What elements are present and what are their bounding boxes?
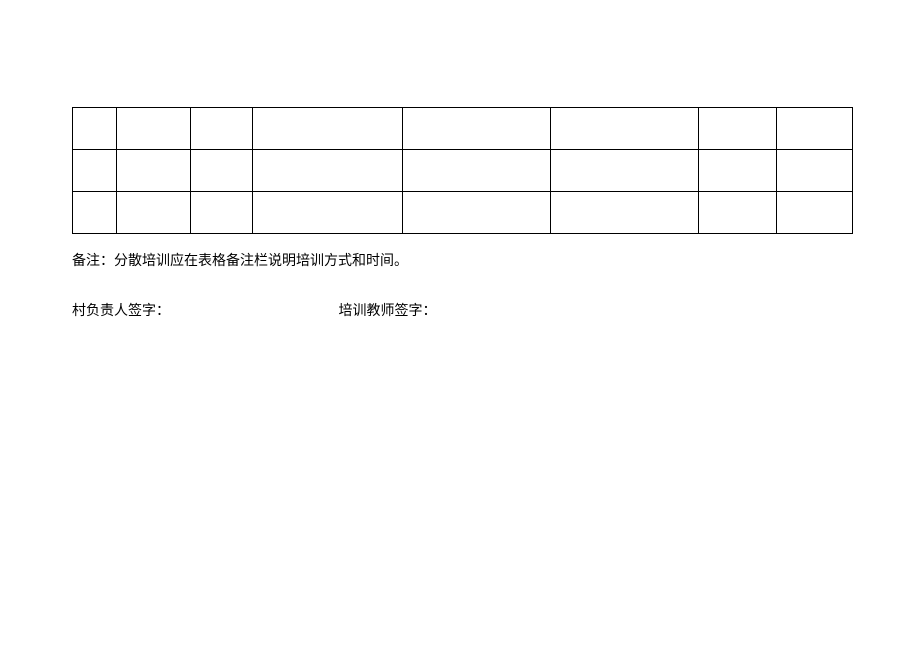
table-cell [117,150,191,192]
document-body: 备注：分散培训应在表格备注栏说明培训方式和时间。 村负责人签字： 培训教师签字： [72,107,852,321]
table-cell [551,108,699,150]
table-cell [191,192,253,234]
note-text: 备注：分散培训应在表格备注栏说明培训方式和时间。 [72,252,852,272]
table-row [73,108,853,150]
table-cell [191,150,253,192]
table-cell [403,108,551,150]
table-cell [253,150,403,192]
table-cell [551,150,699,192]
table-cell [403,150,551,192]
village-leader-signature-label: 村负责人签字： [72,302,170,322]
table-cell [699,108,777,150]
table-cell [73,192,117,234]
table-cell [551,192,699,234]
table-cell [73,150,117,192]
table-cell [777,150,853,192]
table-cell [777,108,853,150]
table-cell [253,108,403,150]
table-cell [699,150,777,192]
table-cell [117,108,191,150]
training-table [72,107,853,234]
table-cell [73,108,117,150]
table-cell [117,192,191,234]
table-row [73,150,853,192]
teacher-signature-label: 培训教师签字： [339,302,437,322]
table-cell [191,108,253,150]
signature-line: 村负责人签字： 培训教师签字： [72,302,852,322]
table-cell [777,192,853,234]
table-cell [403,192,551,234]
table-cell [699,192,777,234]
table-cell [253,192,403,234]
table-row [73,192,853,234]
